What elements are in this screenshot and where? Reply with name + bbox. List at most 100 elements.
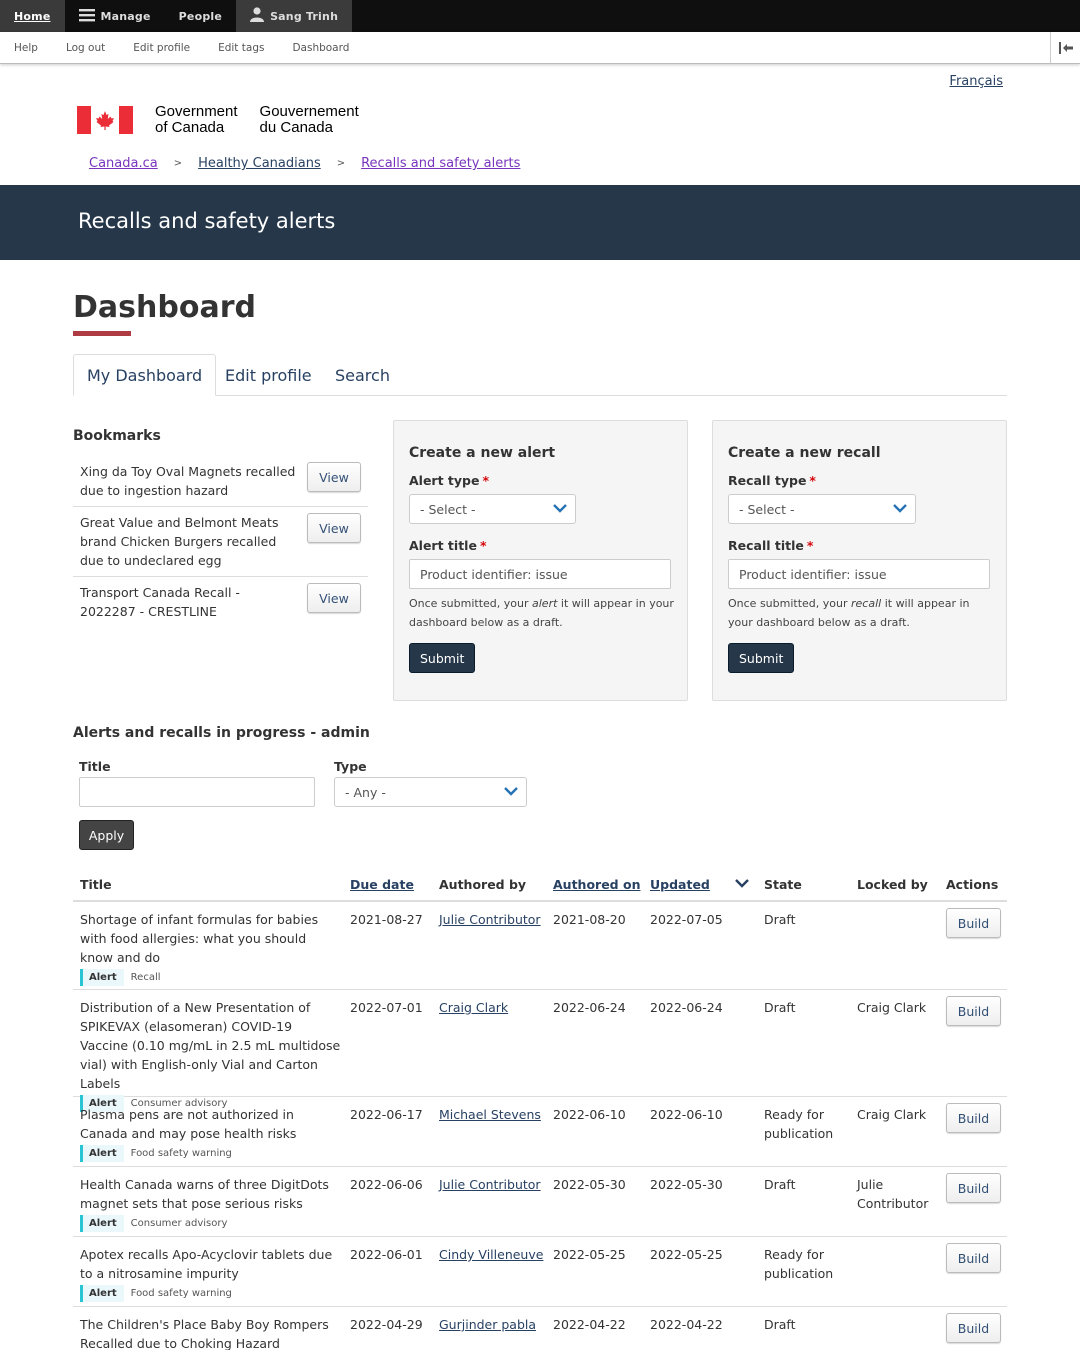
row-author-link[interactable]: Julie Contributor: [439, 1175, 541, 1194]
row-state: Draft: [764, 1317, 796, 1332]
row-due-date: 2022-04-29: [350, 1317, 423, 1332]
toolbar-dashboard-link[interactable]: Dashboard: [292, 42, 349, 54]
admin-subtoolbar: Help Log out Edit profile Edit tags Dash…: [0, 32, 1080, 64]
toolbar-people-link[interactable]: People: [165, 0, 236, 32]
alert-subtype: Recall: [130, 972, 161, 983]
alert-type-label: Alert type *: [409, 473, 490, 488]
recall-type-select[interactable]: - Select -: [728, 494, 916, 524]
build-button[interactable]: Build: [946, 1103, 1001, 1133]
create-alert-panel: Create a new alert Alert type * - Select …: [393, 420, 688, 701]
tab-my-dashboard[interactable]: My Dashboard: [73, 354, 217, 396]
alert-title-label: Alert title *: [409, 538, 487, 553]
row-updated: 2022-05-30: [650, 1177, 723, 1192]
table-row: Shortage of infant formulas for babies w…: [73, 902, 1007, 990]
site-banner: Recalls and safety alerts: [0, 185, 1080, 260]
recall-submit-button[interactable]: Submit: [728, 643, 795, 673]
filter-title-input[interactable]: [79, 777, 315, 807]
breadcrumb-canada-ca[interactable]: Canada.ca: [89, 156, 158, 171]
column-due-date[interactable]: Due date: [350, 877, 414, 892]
bookmarks-list: Xing da Toy Oval Magnets recalled due to…: [73, 456, 368, 628]
toolbar-manage-tab[interactable]: Manage: [65, 0, 165, 32]
row-locked-by: Craig Clark: [857, 1107, 927, 1122]
alert-help-text: Once submitted, your alert it will appea…: [409, 597, 674, 629]
recall-help-text: Once submitted, your recall it will appe…: [728, 597, 970, 629]
toolbar-user-tab[interactable]: Sang Trinh: [236, 0, 353, 32]
row-authored-on: 2021-08-20: [553, 912, 626, 927]
table-row: Plasma pens are not authorized in Canada…: [73, 1097, 1007, 1167]
table-header: Title Due date Authored by Authored on U…: [73, 868, 1007, 902]
signature-en-line-1: Government: [155, 103, 238, 120]
chevron-down-icon: [893, 501, 907, 519]
row-tags: Alert Consumer advisory: [80, 1215, 342, 1232]
build-button[interactable]: Build: [946, 996, 1001, 1026]
breadcrumb-healthy-canadians[interactable]: Healthy Canadians: [198, 156, 321, 171]
row-authored-on: 2022-05-30: [553, 1177, 626, 1192]
breadcrumb-recalls[interactable]: Recalls and safety alerts: [361, 156, 520, 171]
column-actions: Actions: [946, 877, 999, 892]
column-authored-by: Authored by: [439, 877, 527, 892]
gc-signature[interactable]: Government of Canada Gouvernement du Can…: [77, 104, 359, 136]
toolbar-edit-profile-link[interactable]: Edit profile: [133, 42, 190, 54]
row-state: Ready for publication: [764, 1247, 834, 1281]
row-authored-on: 2022-06-10: [553, 1107, 626, 1122]
row-title: The Children's Place Baby Boy Rompers Re…: [80, 1307, 342, 1350]
signature-french: Gouvernement du Canada: [260, 104, 359, 136]
sort-descending-icon[interactable]: [735, 876, 749, 893]
dashboard-tabs: My Dashboard Edit profile Search: [73, 354, 1007, 396]
row-title: Shortage of infant formulas for babies w…: [80, 902, 342, 986]
bookmark-title: Great Value and Belmont Meats brand Chic…: [80, 515, 279, 568]
build-button[interactable]: Build: [946, 908, 1001, 938]
row-locked-by: Julie Contributor: [857, 1177, 929, 1211]
alert-title-input[interactable]: Product identifier: issue: [409, 559, 671, 589]
toolbar-edit-tags-link[interactable]: Edit tags: [218, 42, 264, 54]
row-authored-on: 2022-04-22: [553, 1317, 626, 1332]
toolbar-help-link[interactable]: Help: [14, 42, 38, 54]
row-author-link[interactable]: Julie Contributor: [439, 910, 541, 929]
column-updated[interactable]: Updated: [650, 877, 710, 892]
toolbar-home-link[interactable]: Home: [0, 0, 65, 32]
filter-type-select[interactable]: - Any -: [334, 777, 527, 807]
row-author-link[interactable]: Craig Clark: [439, 998, 508, 1017]
table-row: Health Canada warns of three DigitDots m…: [73, 1167, 1007, 1237]
build-button[interactable]: Build: [946, 1243, 1001, 1273]
signature-fr-line-2: du Canada: [259, 119, 333, 136]
row-author-link[interactable]: Gurjinder pabla: [439, 1315, 536, 1334]
hamburger-icon: [78, 8, 95, 25]
row-state: Draft: [764, 1177, 796, 1192]
row-title: Plasma pens are not authorized in Canada…: [80, 1097, 342, 1162]
build-button[interactable]: Build: [946, 1173, 1001, 1203]
row-title-text: Distribution of a New Presentation of SP…: [80, 1000, 341, 1091]
row-tags: Alert Food safety warning: [80, 1145, 342, 1162]
row-updated: 2022-06-24: [650, 1000, 723, 1015]
toolbar-manage-label: Manage: [100, 9, 151, 23]
apply-filter-button[interactable]: Apply: [79, 820, 134, 850]
row-author-link[interactable]: Michael Stevens: [439, 1105, 541, 1124]
recall-title-input[interactable]: Product identifier: issue: [728, 559, 990, 589]
bookmark-view-button[interactable]: View: [307, 513, 361, 543]
chevron-down-icon: [504, 784, 518, 802]
bookmark-item: Transport Canada Recall - 2022287 - CRES…: [73, 577, 368, 628]
bookmark-view-button[interactable]: View: [307, 462, 361, 492]
tab-edit-profile[interactable]: Edit profile: [212, 354, 325, 396]
alert-subtype: Food safety warning: [130, 1148, 232, 1159]
build-button[interactable]: Build: [946, 1313, 1001, 1343]
toolbar-logout-link[interactable]: Log out: [66, 42, 105, 54]
bookmark-item: Xing da Toy Oval Magnets recalled due to…: [73, 456, 368, 507]
bookmark-view-button[interactable]: View: [307, 583, 361, 613]
tab-search[interactable]: Search: [322, 354, 403, 396]
column-authored-on[interactable]: Authored on: [553, 877, 640, 892]
column-locked-by: Locked by: [857, 877, 928, 892]
toolbar-collapse-icon[interactable]: [1050, 32, 1080, 63]
row-author-link[interactable]: Cindy Villeneuve: [439, 1245, 543, 1264]
bookmark-item: Great Value and Belmont Meats brand Chic…: [73, 507, 368, 577]
language-toggle-link[interactable]: Français: [949, 74, 1003, 89]
filter-title-label: Title: [79, 759, 111, 774]
alert-type-select[interactable]: - Select -: [409, 494, 576, 524]
alert-type-value: - Select -: [420, 501, 476, 517]
row-title: Distribution of a New Presentation of SP…: [80, 990, 342, 1112]
create-alert-heading: Create a new alert: [409, 445, 556, 461]
breadcrumb: Canada.ca > Healthy Canadians > Recalls …: [89, 156, 520, 171]
row-due-date: 2022-06-01: [350, 1247, 423, 1262]
row-title-text: Plasma pens are not authorized in Canada…: [80, 1107, 297, 1141]
alert-submit-button[interactable]: Submit: [409, 643, 476, 673]
